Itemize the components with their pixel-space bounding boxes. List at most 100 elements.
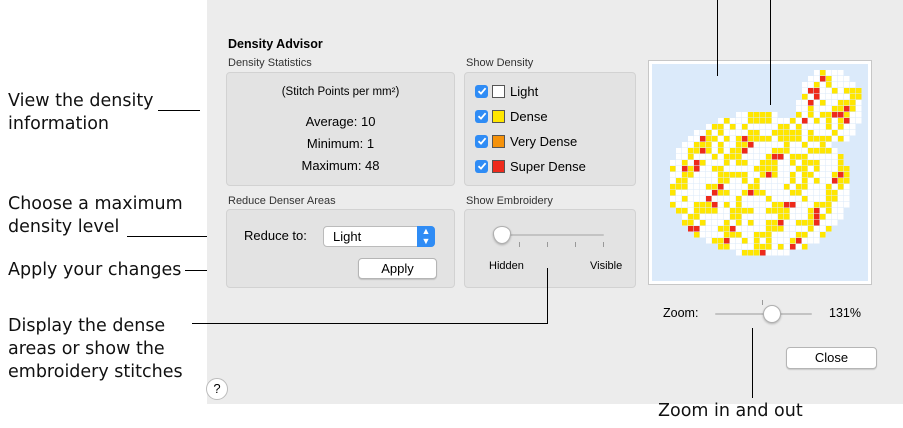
density-cell (814, 148, 820, 154)
density-cell (832, 76, 838, 82)
density-cell (838, 124, 844, 130)
density-cell (760, 130, 766, 136)
density-cell (820, 142, 826, 148)
density-cell (808, 208, 814, 214)
density-cell (814, 154, 820, 160)
slider-tick (603, 242, 604, 247)
density-cell (772, 214, 778, 220)
density-cell (772, 130, 778, 136)
density-cell (742, 130, 748, 136)
density-cell (718, 196, 724, 202)
density-cell (706, 190, 712, 196)
density-cell (706, 220, 712, 226)
embroidery-slider-thumb[interactable] (493, 226, 511, 244)
zoom-slider-thumb[interactable] (763, 305, 781, 323)
stats-units: (Stitch Points per mm²) (281, 86, 400, 98)
density-option-very-dense[interactable]: Very Dense (475, 132, 577, 150)
density-cell (688, 208, 694, 214)
apply-button[interactable]: Apply (358, 258, 437, 279)
density-cell (844, 178, 850, 184)
density-cell (820, 160, 826, 166)
density-cell (784, 124, 790, 130)
density-cell (742, 154, 748, 160)
density-cell (814, 196, 820, 202)
density-cell (766, 202, 772, 208)
density-cell (688, 142, 694, 148)
density-cell (718, 190, 724, 196)
slider-tick (575, 242, 576, 247)
density-cell (790, 118, 796, 124)
density-cell (772, 166, 778, 172)
density-cell (808, 88, 814, 94)
density-cell (718, 148, 724, 154)
density-cell (820, 154, 826, 160)
checkbox[interactable] (475, 109, 488, 123)
density-cell (712, 136, 718, 142)
density-cell (802, 238, 808, 244)
density-option-light[interactable]: Light (475, 82, 538, 100)
density-cell (814, 220, 820, 226)
density-cell (766, 196, 772, 202)
density-cell (796, 244, 802, 250)
embroidery-group-label: Show Embroidery (466, 195, 553, 207)
density-cell (694, 208, 700, 214)
density-cell (706, 130, 712, 136)
density-cell (784, 184, 790, 190)
close-button[interactable]: Close (786, 347, 877, 369)
density-cell (706, 142, 712, 148)
density-cell (778, 244, 784, 250)
checkbox[interactable] (475, 84, 488, 98)
density-cell (694, 166, 700, 172)
density-cell (760, 172, 766, 178)
density-cell (766, 238, 772, 244)
density-cell (820, 226, 826, 232)
density-cell (760, 184, 766, 190)
density-cell (838, 70, 844, 76)
density-cell (808, 106, 814, 112)
density-cell (772, 220, 778, 226)
density-cell (802, 142, 808, 148)
density-cell (796, 196, 802, 202)
density-cell (676, 184, 682, 190)
density-cell (718, 238, 724, 244)
density-cell (820, 106, 826, 112)
density-option-super-dense[interactable]: Super Dense (475, 157, 586, 175)
density-cell (706, 238, 712, 244)
density-cell (784, 226, 790, 232)
density-cell (724, 148, 730, 154)
density-cell (832, 190, 838, 196)
density-cell (742, 220, 748, 226)
density-cell (760, 136, 766, 142)
density-cell (826, 94, 832, 100)
help-button[interactable]: ? (206, 378, 228, 400)
density-cell (772, 238, 778, 244)
density-cell (718, 208, 724, 214)
density-advisor-dialog: Density Advisor Density Statistics (Stit… (206, 0, 903, 404)
density-cell (808, 76, 814, 82)
density-cell (844, 76, 850, 82)
density-cell (802, 94, 808, 100)
density-cell (730, 148, 736, 154)
stat-average: Average: 10 (305, 114, 376, 129)
density-cell (724, 154, 730, 160)
checkbox[interactable] (475, 134, 488, 148)
density-cell (718, 142, 724, 148)
density-cell (820, 118, 826, 124)
density-cell (784, 154, 790, 160)
reduce-to-select[interactable]: Light ▲ ▼ (323, 226, 435, 247)
density-cell (832, 94, 838, 100)
density-cell (736, 154, 742, 160)
density-cell (826, 154, 832, 160)
density-cell (724, 202, 730, 208)
density-cell (826, 214, 832, 220)
density-cell (832, 136, 838, 142)
checkbox[interactable] (475, 159, 488, 173)
density-cell (748, 118, 754, 124)
density-cell (778, 142, 784, 148)
density-cell (778, 130, 784, 136)
density-cell (784, 148, 790, 154)
density-option-dense[interactable]: Dense (475, 107, 548, 125)
density-cell (808, 142, 814, 148)
density-cell (718, 154, 724, 160)
density-cell (814, 160, 820, 166)
